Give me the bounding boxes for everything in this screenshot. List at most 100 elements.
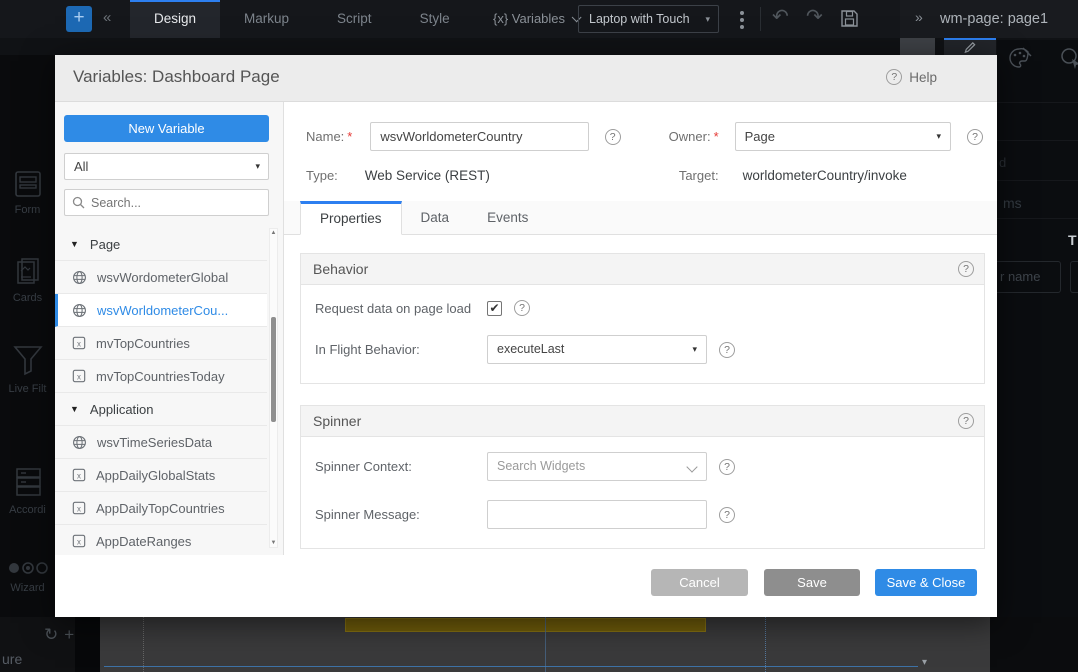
tab-design[interactable]: Design: [130, 0, 220, 38]
spinner-context-select[interactable]: Search Widgets: [487, 452, 707, 481]
spinner-message-help-icon[interactable]: ?: [719, 507, 735, 523]
palette-item-form[interactable]: Form: [0, 170, 55, 216]
device-preview-select[interactable]: Laptop with Touch▾: [578, 5, 719, 33]
scroll-down-icon[interactable]: ▼: [270, 540, 277, 546]
variable-list-item[interactable]: xAppDailyTopCountries: [55, 492, 267, 525]
palette-item-live-filter[interactable]: Live Filt: [0, 343, 55, 395]
help-link[interactable]: ? Help: [886, 69, 937, 85]
cancel-button[interactable]: Cancel: [651, 569, 748, 596]
variable-group-row[interactable]: ▼Application: [55, 393, 267, 426]
dialog-footer: Cancel Save Save & Close: [55, 555, 997, 617]
dropdown-arrow-icon: ▾: [936, 123, 941, 150]
canvas-left-rail: [75, 617, 100, 672]
inspect-cursor-icon[interactable]: [1059, 46, 1078, 70]
spinner-context-label: Spinner Context:: [315, 459, 487, 474]
save-icon[interactable]: [840, 9, 859, 28]
dropdown-arrow-icon: ▾: [705, 6, 710, 32]
variable-group-row[interactable]: ▼Page: [55, 228, 267, 261]
target-label: Target:: [679, 168, 719, 183]
name-help-icon[interactable]: ?: [605, 129, 621, 145]
spinner-context-help-icon[interactable]: ?: [719, 459, 735, 475]
canvas-yellow-widget[interactable]: [345, 618, 706, 632]
variable-name: mvTopCountries: [96, 336, 190, 351]
variable-list-item[interactable]: xmvTopCountriesToday: [55, 360, 267, 393]
save-button[interactable]: Save: [764, 569, 860, 596]
right-panel-input-fragment[interactable]: [1070, 261, 1078, 293]
palette-item-accordion[interactable]: Accordi: [0, 466, 55, 516]
tab-markup[interactable]: Markup: [220, 0, 313, 38]
undo-icon[interactable]: ↶: [772, 4, 789, 29]
tab-style[interactable]: Style: [396, 0, 474, 38]
add-page-button[interactable]: +: [66, 6, 92, 32]
variable-list-item[interactable]: xAppDateRanges: [55, 525, 267, 558]
variable-search-input[interactable]: [91, 190, 263, 215]
right-panel-name-input[interactable]: r name: [989, 261, 1061, 293]
palette-item-cards[interactable]: Cards: [0, 256, 55, 304]
request-data-help-icon[interactable]: ?: [514, 300, 530, 316]
request-data-label: Request data on page load: [315, 301, 487, 316]
variable-list-item[interactable]: wsvWordometerGlobal: [55, 261, 267, 294]
new-variable-button[interactable]: New Variable: [64, 115, 269, 142]
variable-list-item[interactable]: wsvWorldometerCou...: [55, 294, 267, 327]
toolbar-divider: [760, 7, 761, 31]
dialog-header: Variables: Dashboard Page ? Help: [55, 55, 997, 102]
sidebar-scrollbar[interactable]: ▲ ▼: [269, 228, 278, 548]
request-data-checkbox[interactable]: ✔: [487, 301, 502, 316]
variable-list-item[interactable]: wsvTimeSeriesData: [55, 426, 267, 459]
widget-palette: Form Cards Live Filt Accordi Wizard: [0, 38, 55, 617]
refresh-icon[interactable]: ↻: [44, 625, 64, 644]
collapse-arrow-icon: ▼: [70, 404, 79, 414]
tab-script[interactable]: Script: [313, 0, 396, 38]
more-options-icon[interactable]: [737, 8, 747, 32]
form-icon: [13, 170, 43, 198]
theme-palette-icon[interactable]: [1007, 46, 1033, 70]
variable-name: wsvWordometerGlobal: [97, 270, 228, 285]
inflight-behavior-label: In Flight Behavior:: [315, 342, 487, 357]
variable-detail-tabs: Properties Data Events: [284, 201, 997, 235]
variable-name-input[interactable]: [370, 122, 588, 151]
variables-label: {x} Variables: [493, 11, 565, 26]
inflight-select-value: executeLast: [497, 342, 564, 356]
right-panel-text-fragment: d: [999, 155, 1006, 170]
scrollbar-thumb[interactable]: [271, 317, 276, 422]
help-label: Help: [909, 70, 937, 85]
svg-text:x: x: [77, 373, 81, 382]
variables-dialog: Variables: Dashboard Page ? Help New Var…: [55, 55, 997, 617]
redo-icon[interactable]: ↷: [806, 4, 823, 29]
tab-events[interactable]: Events: [468, 201, 547, 234]
canvas-scroll-arrow-icon[interactable]: ▾: [922, 657, 927, 668]
filter-select-value: All: [74, 159, 88, 174]
spinner-help-icon[interactable]: ?: [958, 413, 974, 429]
tab-data[interactable]: Data: [402, 201, 469, 234]
palette-item-wizard[interactable]: Wizard: [0, 560, 55, 594]
right-panel-heading-fragment: T: [1068, 232, 1077, 248]
variable-filter-select[interactable]: All ▾: [64, 153, 269, 180]
behavior-help-icon[interactable]: ?: [958, 261, 974, 277]
behavior-section-title: Behavior: [313, 261, 368, 277]
scroll-up-icon[interactable]: ▲: [270, 230, 277, 236]
owner-help-icon[interactable]: ?: [967, 129, 983, 145]
edit-mode-tab[interactable]: [944, 38, 996, 55]
variable-list-item[interactable]: xAppDailyGlobalStats: [55, 459, 267, 492]
dialog-title: Variables: Dashboard Page: [73, 67, 280, 87]
tab-properties[interactable]: Properties: [300, 201, 402, 235]
type-value: Web Service (REST): [365, 168, 490, 183]
canvas-column-guide: [143, 617, 144, 672]
inflight-behavior-select[interactable]: executeLast ▾: [487, 335, 707, 364]
right-properties-rail: d ms T r name: [997, 40, 1078, 617]
save-and-close-button[interactable]: Save & Close: [875, 569, 977, 596]
collapse-left-icon[interactable]: «: [103, 9, 111, 26]
owner-select[interactable]: Page ▾: [735, 122, 951, 151]
collapse-arrow-icon: ▼: [70, 239, 79, 249]
spinner-message-input[interactable]: [487, 500, 707, 529]
variable-list-item[interactable]: xmvTopCountries: [55, 327, 267, 360]
type-label: Type:: [306, 168, 338, 183]
structure-label-fragment: ure: [2, 651, 22, 667]
right-panel-text-fragment: ms: [1003, 195, 1022, 211]
variables-menu-button[interactable]: {x} Variables: [493, 0, 578, 38]
expand-right-icon[interactable]: »: [915, 9, 923, 25]
inflight-help-icon[interactable]: ?: [719, 342, 735, 358]
canvas-selection-border: [104, 666, 918, 667]
design-canvas[interactable]: ▾: [100, 617, 990, 672]
pencil-icon: [963, 41, 977, 54]
